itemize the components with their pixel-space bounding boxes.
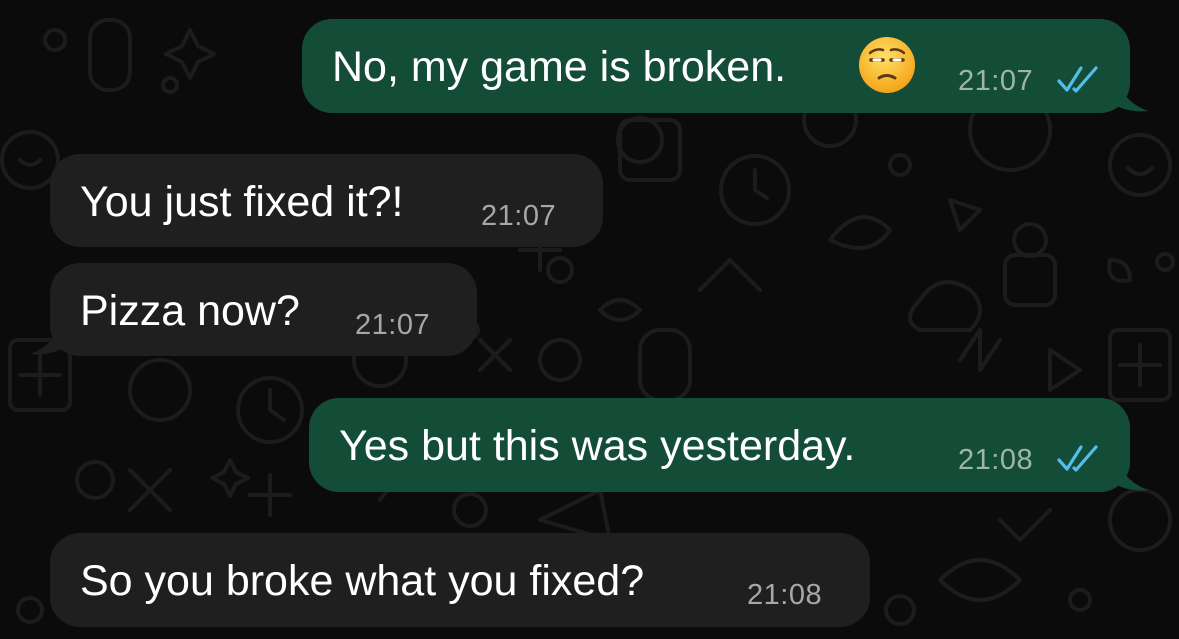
message-bubble-outgoing[interactable]: Yes but this was yesterday. 21:08	[309, 398, 1130, 492]
outgoing-bubble-tail	[1112, 452, 1148, 491]
message-bubble-incoming[interactable]: Pizza now? 21:07	[50, 263, 477, 356]
read-receipt-double-check-icon	[1057, 445, 1098, 472]
message-time: 21:07	[355, 309, 431, 341]
message-text: No, my game is broken.	[332, 43, 787, 91]
outgoing-bubble-tail	[1112, 73, 1148, 112]
message-text: So you broke what you fixed?	[80, 557, 645, 605]
message-text: You just fixed it?!	[80, 178, 404, 226]
message-text: Yes but this was yesterday.	[339, 422, 856, 470]
read-receipt-double-check-icon	[1057, 66, 1098, 93]
incoming-bubble-tail	[30, 316, 66, 355]
message-bubble-incoming[interactable]: So you broke what you fixed? 21:08	[50, 533, 870, 627]
message-time: 21:08	[958, 444, 1034, 476]
message-text: Pizza now?	[80, 287, 300, 335]
message-time: 21:07	[481, 200, 557, 232]
message-time: 21:08	[747, 579, 823, 611]
message-bubble-incoming[interactable]: You just fixed it?! 21:07	[50, 154, 603, 247]
message-bubble-outgoing[interactable]: No, my game is broken. 21:07	[302, 19, 1130, 113]
message-time: 21:07	[958, 65, 1034, 97]
unamused-face-emoji-icon	[859, 37, 915, 93]
